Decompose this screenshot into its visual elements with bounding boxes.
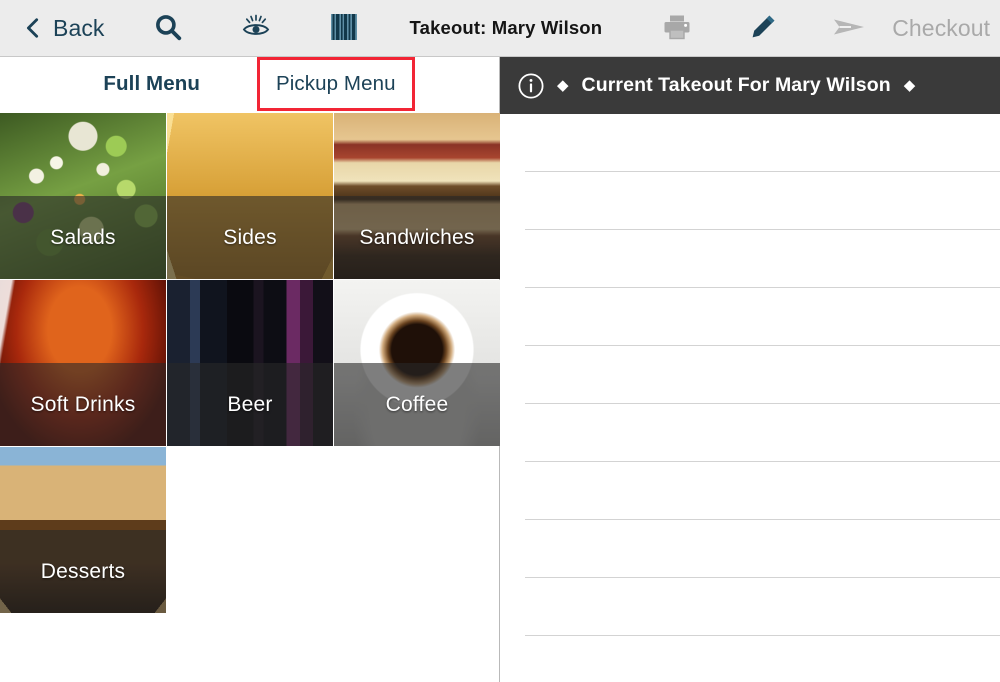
category-tile-beer[interactable]: Beer — [167, 280, 333, 446]
category-tile-soft-drinks[interactable]: Soft Drinks — [0, 280, 166, 446]
print-button[interactable] — [646, 0, 708, 56]
send-paper-plane-icon — [833, 16, 865, 41]
right-diamond-icon: ◆ — [903, 77, 916, 94]
category-tile-label: Salads — [50, 225, 116, 249]
barcode-icon — [330, 12, 357, 45]
chevron-left-icon — [22, 17, 44, 39]
order-row[interactable] — [525, 346, 1000, 404]
printer-icon — [663, 14, 691, 43]
category-tile-label: Sides — [223, 225, 277, 249]
category-tile-grid: Salads Sides Sandwiches Soft Drinks Beer… — [0, 113, 500, 613]
back-button-label: Back — [53, 14, 105, 41]
current-takeout-panel: ◆ Current Takeout For Mary Wilson ◆ — [500, 57, 1000, 682]
barcode-scan-button[interactable] — [313, 0, 375, 56]
back-button[interactable]: Back — [0, 0, 115, 56]
visibility-button[interactable] — [225, 0, 287, 56]
edit-button[interactable] — [732, 0, 794, 56]
current-takeout-header: ◆ Current Takeout For Mary Wilson ◆ — [500, 57, 1000, 114]
category-tile-coffee[interactable]: Coffee — [334, 280, 500, 446]
takeout-pos-screen: Back Takeout: Mary Wilson Checkout Full … — [0, 0, 1000, 682]
checkout-button[interactable]: Checkout — [892, 15, 990, 42]
page-title: Takeout: Mary Wilson — [409, 17, 603, 38]
pencil-edit-icon — [749, 13, 777, 44]
order-row[interactable] — [525, 404, 1000, 462]
search-button[interactable] — [137, 0, 199, 56]
current-takeout-title: Current Takeout For Mary Wilson — [581, 74, 891, 96]
order-row[interactable] — [525, 114, 1000, 172]
category-tile-label: Sandwiches — [359, 225, 475, 249]
order-row[interactable] — [525, 520, 1000, 578]
category-tile-label: Soft Drinks — [30, 392, 136, 416]
tab-pickup-menu[interactable]: Pickup Menu — [257, 57, 415, 111]
send-button[interactable] — [818, 0, 880, 56]
search-icon — [153, 12, 183, 45]
order-line-item-list[interactable] — [500, 114, 1000, 682]
order-row[interactable] — [525, 462, 1000, 520]
left-diamond-icon: ◆ — [557, 77, 569, 94]
order-row[interactable] — [525, 288, 1000, 346]
info-circle-icon[interactable] — [518, 72, 544, 99]
category-tile-label: Coffee — [385, 392, 449, 416]
category-tile-label: Desserts — [40, 559, 126, 583]
category-tile-sandwiches[interactable]: Sandwiches — [334, 113, 500, 279]
category-tile-label: Beer — [227, 392, 273, 416]
order-row[interactable] — [525, 636, 1000, 682]
category-tile-sides[interactable]: Sides — [167, 113, 333, 279]
order-row[interactable] — [525, 578, 1000, 636]
tab-full-menu[interactable]: Full Menu — [95, 68, 208, 100]
order-row[interactable] — [525, 172, 1000, 230]
eye-visibility-icon — [240, 11, 272, 46]
top-toolbar: Back Takeout: Mary Wilson Checkout — [0, 0, 1000, 57]
menu-panel: Full Menu Pickup Menu Salads Sides Sandw… — [0, 57, 500, 682]
category-tile-desserts[interactable]: Desserts — [0, 447, 166, 613]
category-tile-salads[interactable]: Salads — [0, 113, 166, 279]
order-row[interactable] — [525, 230, 1000, 288]
menu-tabbar: Full Menu Pickup Menu — [0, 57, 499, 112]
